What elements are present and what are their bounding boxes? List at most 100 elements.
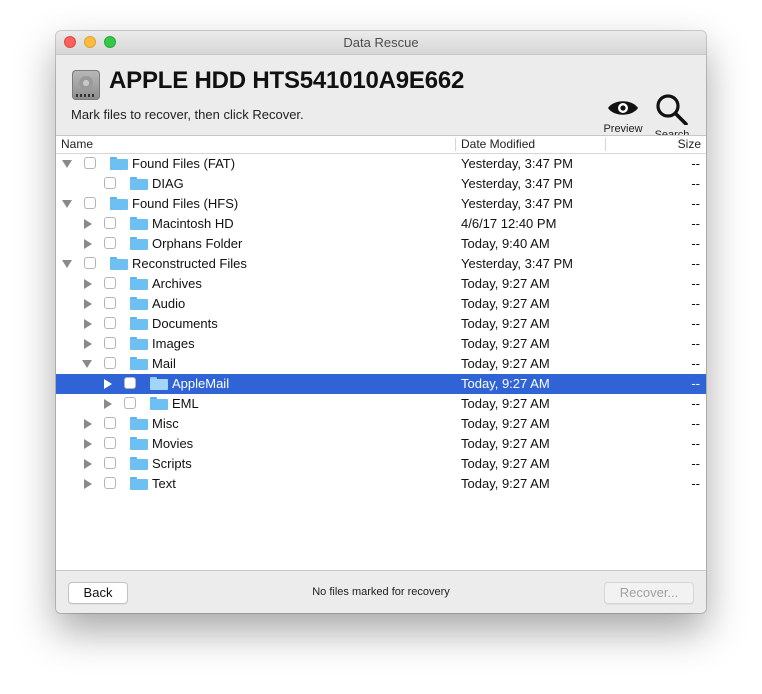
table-row[interactable]: DIAG Yesterday, 3:47 PM -- [56, 174, 706, 194]
disclosure-triangle-open-icon[interactable] [82, 360, 92, 368]
footer-bar: Back No files marked for recovery Recove… [56, 570, 706, 613]
folder-icon [110, 197, 128, 210]
table-row[interactable]: AppleMail Today, 9:27 AM -- [56, 374, 706, 394]
row-size: -- [691, 256, 700, 271]
maximize-window-button[interactable] [104, 36, 116, 48]
disclosure-triangle-open-icon[interactable] [62, 260, 72, 268]
recover-checkbox[interactable] [104, 457, 116, 469]
disclosure-triangle-closed-icon[interactable] [84, 279, 92, 289]
table-row[interactable]: Mail Today, 9:27 AM -- [56, 354, 706, 374]
column-divider[interactable] [455, 138, 456, 151]
drive-header: APPLE HDD HTS541010A9E662 Mark files to … [56, 55, 706, 141]
folder-icon [130, 177, 148, 190]
row-name: Movies [152, 436, 194, 451]
table-row[interactable]: Reconstructed Files Yesterday, 3:47 PM -- [56, 254, 706, 274]
row-name: Audio [152, 296, 186, 311]
disclosure-triangle-open-icon[interactable] [62, 160, 72, 168]
table-row[interactable]: Scripts Today, 9:27 AM -- [56, 454, 706, 474]
recover-checkbox[interactable] [104, 417, 116, 429]
table-row[interactable]: Misc Today, 9:27 AM -- [56, 414, 706, 434]
row-name: Archives [152, 276, 202, 291]
folder-icon [130, 437, 148, 450]
window-title: Data Rescue [343, 35, 419, 50]
disclosure-triangle-closed-icon[interactable] [104, 379, 112, 389]
recover-checkbox[interactable] [104, 177, 116, 189]
table-row[interactable]: Audio Today, 9:27 AM -- [56, 294, 706, 314]
minimize-window-button[interactable] [84, 36, 96, 48]
row-name: Reconstructed Files [132, 256, 247, 271]
table-row[interactable]: Orphans Folder Today, 9:40 AM -- [56, 234, 706, 254]
folder-icon [150, 397, 168, 410]
disclosure-triangle-closed-icon[interactable] [84, 479, 92, 489]
table-row[interactable]: Found Files (HFS) Yesterday, 3:47 PM -- [56, 194, 706, 214]
table-row[interactable]: Archives Today, 9:27 AM -- [56, 274, 706, 294]
disclosure-triangle-closed-icon[interactable] [84, 339, 92, 349]
table-row[interactable]: Images Today, 9:27 AM -- [56, 334, 706, 354]
recover-checkbox[interactable] [104, 317, 116, 329]
column-header-date-modified[interactable]: Date Modified [461, 137, 535, 151]
row-size: -- [691, 356, 700, 371]
table-row[interactable]: Macintosh HD 4/6/17 12:40 PM -- [56, 214, 706, 234]
disclosure-triangle-open-icon[interactable] [62, 200, 72, 208]
recover-checkbox[interactable] [104, 437, 116, 449]
table-row[interactable]: EML Today, 9:27 AM -- [56, 394, 706, 414]
recover-checkbox[interactable] [104, 297, 116, 309]
disclosure-triangle-closed-icon[interactable] [84, 299, 92, 309]
search-button[interactable]: Search [652, 93, 692, 141]
row-date-modified: Today, 9:27 AM [461, 276, 550, 291]
column-header-name[interactable]: Name [61, 137, 93, 151]
recover-checkbox[interactable] [104, 237, 116, 249]
row-name: Orphans Folder [152, 236, 243, 251]
row-size: -- [691, 456, 700, 471]
table-body: Found Files (FAT) Yesterday, 3:47 PM -- DIA… [56, 154, 706, 494]
row-date-modified: Yesterday, 3:47 PM [461, 176, 574, 191]
disclosure-triangle-closed-icon[interactable] [104, 399, 112, 409]
recover-checkbox[interactable] [124, 397, 136, 409]
folder-icon [130, 237, 148, 250]
recover-button[interactable]: Recover... [604, 582, 694, 604]
table-row[interactable]: Documents Today, 9:27 AM -- [56, 314, 706, 334]
disclosure-triangle-closed-icon[interactable] [84, 439, 92, 449]
row-date-modified: 4/6/17 12:40 PM [461, 216, 557, 231]
instruction-text: Mark files to recover, then click Recove… [71, 107, 304, 122]
preview-button[interactable]: Preview [602, 97, 644, 135]
hard-drive-icon [72, 70, 100, 100]
column-header-size[interactable]: Size [678, 137, 701, 151]
recover-checkbox[interactable] [84, 197, 96, 209]
row-size: -- [691, 416, 700, 431]
table-row[interactable]: Found Files (FAT) Yesterday, 3:47 PM -- [56, 154, 706, 174]
row-date-modified: Today, 9:27 AM [461, 396, 550, 411]
folder-icon [130, 317, 148, 330]
table-row[interactable]: Text Today, 9:27 AM -- [56, 474, 706, 494]
row-name: DIAG [152, 176, 184, 191]
row-date-modified: Today, 9:27 AM [461, 296, 550, 311]
disclosure-triangle-closed-icon[interactable] [84, 219, 92, 229]
recover-checkbox[interactable] [124, 377, 136, 389]
disclosure-triangle-closed-icon[interactable] [84, 459, 92, 469]
disclosure-triangle-closed-icon[interactable] [84, 239, 92, 249]
title-bar[interactable]: Data Rescue [56, 31, 706, 55]
file-tree-table[interactable]: Name Date Modified Size Found Files (FAT… [56, 135, 706, 571]
row-size: -- [691, 396, 700, 411]
row-size: -- [691, 176, 700, 191]
row-date-modified: Today, 9:27 AM [461, 316, 550, 331]
close-window-button[interactable] [64, 36, 76, 48]
disclosure-triangle-closed-icon[interactable] [84, 319, 92, 329]
recover-checkbox[interactable] [104, 357, 116, 369]
folder-icon [130, 457, 148, 470]
column-divider[interactable] [605, 138, 606, 151]
recover-checkbox[interactable] [104, 277, 116, 289]
folder-icon [130, 417, 148, 430]
row-name: Images [152, 336, 195, 351]
eye-icon [608, 101, 638, 115]
disclosure-triangle-closed-icon[interactable] [84, 419, 92, 429]
recover-checkbox[interactable] [84, 257, 96, 269]
table-row[interactable]: Movies Today, 9:27 AM -- [56, 434, 706, 454]
row-size: -- [691, 196, 700, 211]
recover-checkbox[interactable] [104, 477, 116, 489]
row-date-modified: Today, 9:40 AM [461, 236, 550, 251]
recover-checkbox[interactable] [84, 157, 96, 169]
recover-checkbox[interactable] [104, 217, 116, 229]
recover-checkbox[interactable] [104, 337, 116, 349]
folder-icon [130, 217, 148, 230]
